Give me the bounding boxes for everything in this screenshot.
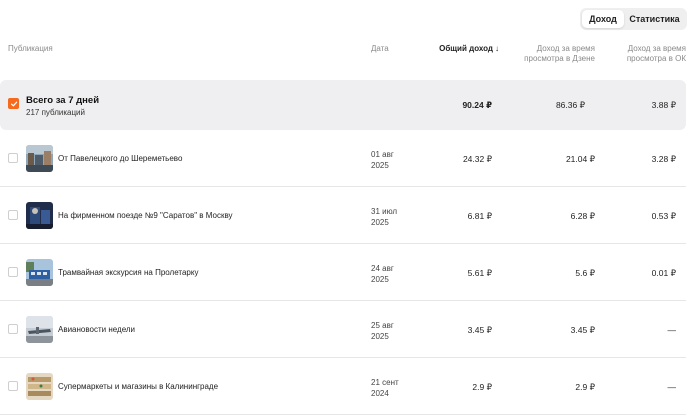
summary-ok: 3.88 ₽ (651, 100, 676, 110)
column-header-date[interactable]: Дата (371, 44, 389, 54)
publication-thumbnail[interactable] (26, 373, 53, 400)
publication-title[interactable]: Авиановости недели (58, 325, 135, 334)
row-dzen: 3.45 ₽ (570, 325, 595, 335)
row-total: 6.81 ₽ (467, 211, 492, 221)
publication-date: 31 июл 2025 (371, 206, 411, 228)
row-dzen: 2.9 ₽ (575, 382, 595, 392)
table-header: Публикация Дата Общий доход ↓ Доход за в… (0, 44, 696, 70)
date-day: 01 авг (371, 150, 394, 159)
publication-thumbnail[interactable] (26, 145, 53, 172)
row-ok: — (667, 325, 677, 335)
table-row[interactable]: Трамвайная экскурсия на Пролетарку 24 ав… (0, 245, 686, 301)
tab-income[interactable]: Доход (582, 10, 624, 28)
publication-date: 25 авг 2025 (371, 320, 411, 342)
row-checkbox[interactable] (8, 267, 18, 277)
date-year: 2025 (371, 161, 389, 170)
column-header-dzen[interactable]: Доход за время просмотра в Дзене (495, 44, 595, 64)
row-ok: 0.53 ₽ (651, 211, 676, 221)
publication-date: 01 авг 2025 (371, 149, 411, 171)
row-ok: — (667, 382, 677, 392)
row-dzen: 6.28 ₽ (570, 211, 595, 221)
publication-title[interactable]: Трамвайная экскурсия на Пролетарку (58, 268, 198, 277)
row-checkbox[interactable] (8, 324, 18, 334)
row-total: 5.61 ₽ (467, 268, 492, 278)
column-header-ok[interactable]: Доход за время просмотра в ОК (596, 44, 686, 64)
date-day: 24 авг (371, 264, 394, 273)
column-header-publication: Публикация (8, 44, 53, 53)
date-year: 2025 (371, 218, 389, 227)
table-row[interactable]: На фирменном поезде №9 "Саратов" в Москв… (0, 188, 686, 244)
column-header-dzen-line2: просмотра в Дзене (524, 54, 595, 63)
publication-thumbnail[interactable] (26, 316, 53, 343)
row-checkbox[interactable] (8, 210, 18, 220)
column-header-ok-line2: просмотра в ОК (626, 54, 686, 63)
summary-title: Всего за 7 дней (26, 95, 100, 106)
table-row[interactable]: Супермаркеты и магазины в Калининграде 2… (0, 359, 686, 415)
publication-thumbnail[interactable] (26, 202, 53, 229)
summary-dzen: 86.36 ₽ (555, 100, 585, 110)
tab-statistics[interactable]: Статистика (624, 10, 685, 28)
row-checkbox[interactable] (8, 153, 18, 163)
checkmark-icon (10, 101, 17, 106)
publication-date: 24 авг 2025 (371, 263, 411, 285)
publication-title[interactable]: От Павелецкого до Шереметьево (58, 154, 182, 163)
summary-total: 90.24 ₽ (462, 100, 492, 110)
row-dzen: 5.6 ₽ (575, 268, 595, 278)
column-header-dzen-line1: Доход за время (536, 44, 595, 53)
row-checkbox[interactable] (8, 381, 18, 391)
row-ok: 0.01 ₽ (651, 268, 676, 278)
publication-date: 21 сент 2024 (371, 377, 411, 399)
row-dzen: 21.04 ₽ (565, 154, 595, 164)
row-total: 3.45 ₽ (467, 325, 492, 335)
date-year: 2025 (371, 332, 389, 341)
publication-title[interactable]: На фирменном поезде №9 "Саратов" в Москв… (58, 211, 233, 220)
select-all-checkbox[interactable] (8, 98, 19, 109)
date-year: 2024 (371, 389, 389, 398)
table-row[interactable]: От Павелецкого до Шереметьево 01 авг 202… (0, 131, 686, 187)
row-total: 2.9 ₽ (472, 382, 492, 392)
publication-title[interactable]: Супермаркеты и магазины в Калининграде (58, 382, 218, 391)
row-total: 24.32 ₽ (462, 154, 492, 164)
table-row[interactable]: Авиановости недели 25 авг 2025 3.45 ₽ 3.… (0, 302, 686, 358)
summary-row: Всего за 7 дней 217 публикаций 90.24 ₽ 8… (0, 80, 686, 130)
date-day: 21 сент (371, 378, 399, 387)
column-header-total-label: Общий доход (439, 44, 493, 53)
summary-subtitle: 217 публикаций (26, 108, 85, 117)
column-header-total[interactable]: Общий доход ↓ (439, 44, 499, 54)
publication-thumbnail[interactable] (26, 259, 53, 286)
date-year: 2025 (371, 275, 389, 284)
date-day: 31 июл (371, 207, 398, 216)
tab-switcher: Доход Статистика (580, 8, 687, 30)
date-day: 25 авг (371, 321, 394, 330)
column-header-ok-line1: Доход за время (627, 44, 686, 53)
row-ok: 3.28 ₽ (651, 154, 676, 164)
